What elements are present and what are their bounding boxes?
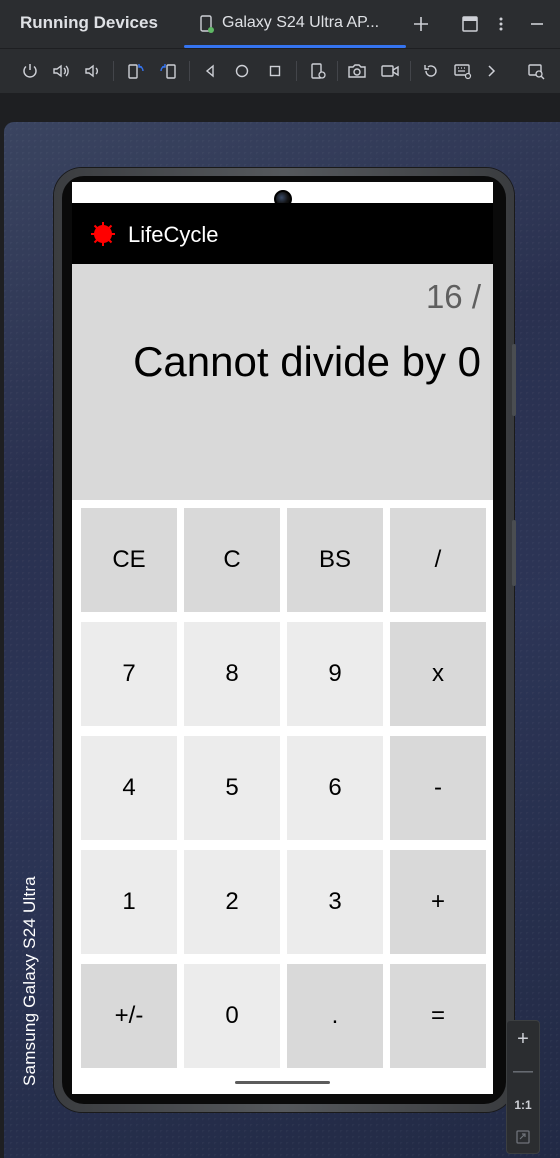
hide-panel-button[interactable]	[525, 12, 549, 36]
actual-size-button[interactable]: 1:1	[507, 1089, 539, 1121]
app-logo-icon	[91, 222, 115, 246]
home-icon	[235, 64, 249, 78]
snapshot-button[interactable]	[420, 60, 442, 82]
more-vertical-icon	[499, 17, 503, 31]
expression-text: 16 /	[425, 278, 481, 315]
key-6[interactable]: 6	[287, 736, 383, 840]
key-1[interactable]: 1	[81, 850, 177, 954]
toolbar-separator	[113, 61, 114, 81]
minimize-icon	[531, 23, 543, 25]
key-add[interactable]: +	[390, 850, 486, 954]
tool-window-header: Running Devices Galaxy S24 Ultra AP...	[0, 0, 560, 49]
key-2[interactable]: 2	[184, 850, 280, 954]
rotate-right-icon	[160, 64, 176, 79]
screenshot-button[interactable]	[346, 60, 368, 82]
volume-down-icon	[85, 64, 98, 78]
toolbar-separator	[410, 61, 411, 81]
calculator-keypad: CE C BS / 7 8 9 x 4 5 6 - 1 2 3 + +/- 0 …	[72, 500, 493, 1072]
volume-up-button[interactable]	[50, 60, 72, 82]
plus-icon	[414, 17, 428, 31]
volume-up-icon	[53, 64, 69, 78]
back-icon	[205, 64, 214, 78]
window-icon	[462, 16, 478, 32]
rotate-right-button[interactable]	[157, 60, 179, 82]
key-8[interactable]: 8	[184, 622, 280, 726]
zoom-controls: + — 1:1	[506, 1020, 540, 1154]
panel-title: Running Devices	[20, 13, 158, 32]
key-4[interactable]: 4	[81, 736, 177, 840]
volume-down-button[interactable]	[81, 60, 103, 82]
device-tab-icon	[200, 15, 214, 33]
key-divide[interactable]: /	[390, 508, 486, 612]
key-multiply[interactable]: x	[390, 622, 486, 726]
fit-screen-icon	[516, 1130, 530, 1144]
overview-button[interactable]	[264, 60, 286, 82]
phone-power-button	[512, 520, 516, 586]
device-name-label: Samsung Galaxy S24 Ultra	[20, 876, 39, 1086]
toolbar-separator	[296, 61, 297, 81]
rotate-left-icon	[128, 64, 144, 79]
key-backspace[interactable]: BS	[287, 508, 383, 612]
home-button[interactable]	[231, 60, 253, 82]
key-9[interactable]: 9	[287, 622, 383, 726]
camera-icon	[348, 64, 366, 78]
device-explorer-button[interactable]	[525, 60, 547, 82]
keyboard-icon	[454, 64, 472, 80]
options-menu-button[interactable]	[489, 12, 513, 36]
toolbar-separator	[189, 61, 190, 81]
reset-icon	[424, 65, 437, 77]
key-3[interactable]: 3	[287, 850, 383, 954]
back-button[interactable]	[199, 60, 221, 82]
more-actions-button[interactable]	[480, 60, 502, 82]
app-bar: LifeCycle	[72, 203, 493, 264]
phone-volume-button	[512, 344, 516, 416]
active-tab-indicator	[184, 45, 406, 48]
calculator-display: 16 / Cannot divide by 0	[72, 264, 493, 500]
device-tab-label: Galaxy S24 Ultra AP...	[222, 14, 380, 31]
overview-icon	[269, 65, 281, 77]
window-layout-button[interactable]	[458, 12, 482, 36]
key-clear[interactable]: C	[184, 508, 280, 612]
power-button[interactable]	[19, 60, 41, 82]
zoom-out-button[interactable]: —	[507, 1055, 539, 1087]
device-settings-icon	[311, 63, 326, 79]
zoom-in-button[interactable]: +	[507, 1023, 539, 1055]
key-clear-entry[interactable]: CE	[81, 508, 177, 612]
device-screen[interactable]: LifeCycle 16 / Cannot divide by 0 CE C B…	[72, 182, 493, 1094]
gesture-navigation-handle[interactable]	[235, 1081, 330, 1084]
key-5[interactable]: 5	[184, 736, 280, 840]
key-7[interactable]: 7	[81, 622, 177, 726]
key-0[interactable]: 0	[184, 964, 280, 1068]
keyboard-button[interactable]	[452, 60, 474, 82]
app-title: LifeCycle	[128, 222, 219, 247]
device-explorer-icon	[528, 64, 545, 80]
rotate-left-button[interactable]	[125, 60, 147, 82]
power-icon	[23, 64, 37, 78]
toolbar-separator	[337, 61, 338, 81]
chevron-right-icon	[488, 65, 496, 77]
add-device-button[interactable]	[409, 12, 433, 36]
video-camera-icon	[381, 65, 399, 77]
key-negate[interactable]: +/-	[81, 964, 177, 1068]
result-text: Cannot divide by 0	[133, 338, 481, 385]
screen-record-button[interactable]	[379, 60, 401, 82]
key-equals[interactable]: =	[390, 964, 486, 1068]
fit-screen-button[interactable]	[507, 1121, 539, 1153]
device-toolbar	[0, 49, 560, 94]
key-decimal[interactable]: .	[287, 964, 383, 1068]
device-tab[interactable]: Galaxy S24 Ultra AP...	[184, 0, 406, 48]
key-subtract[interactable]: -	[390, 736, 486, 840]
device-settings-button[interactable]	[307, 60, 329, 82]
